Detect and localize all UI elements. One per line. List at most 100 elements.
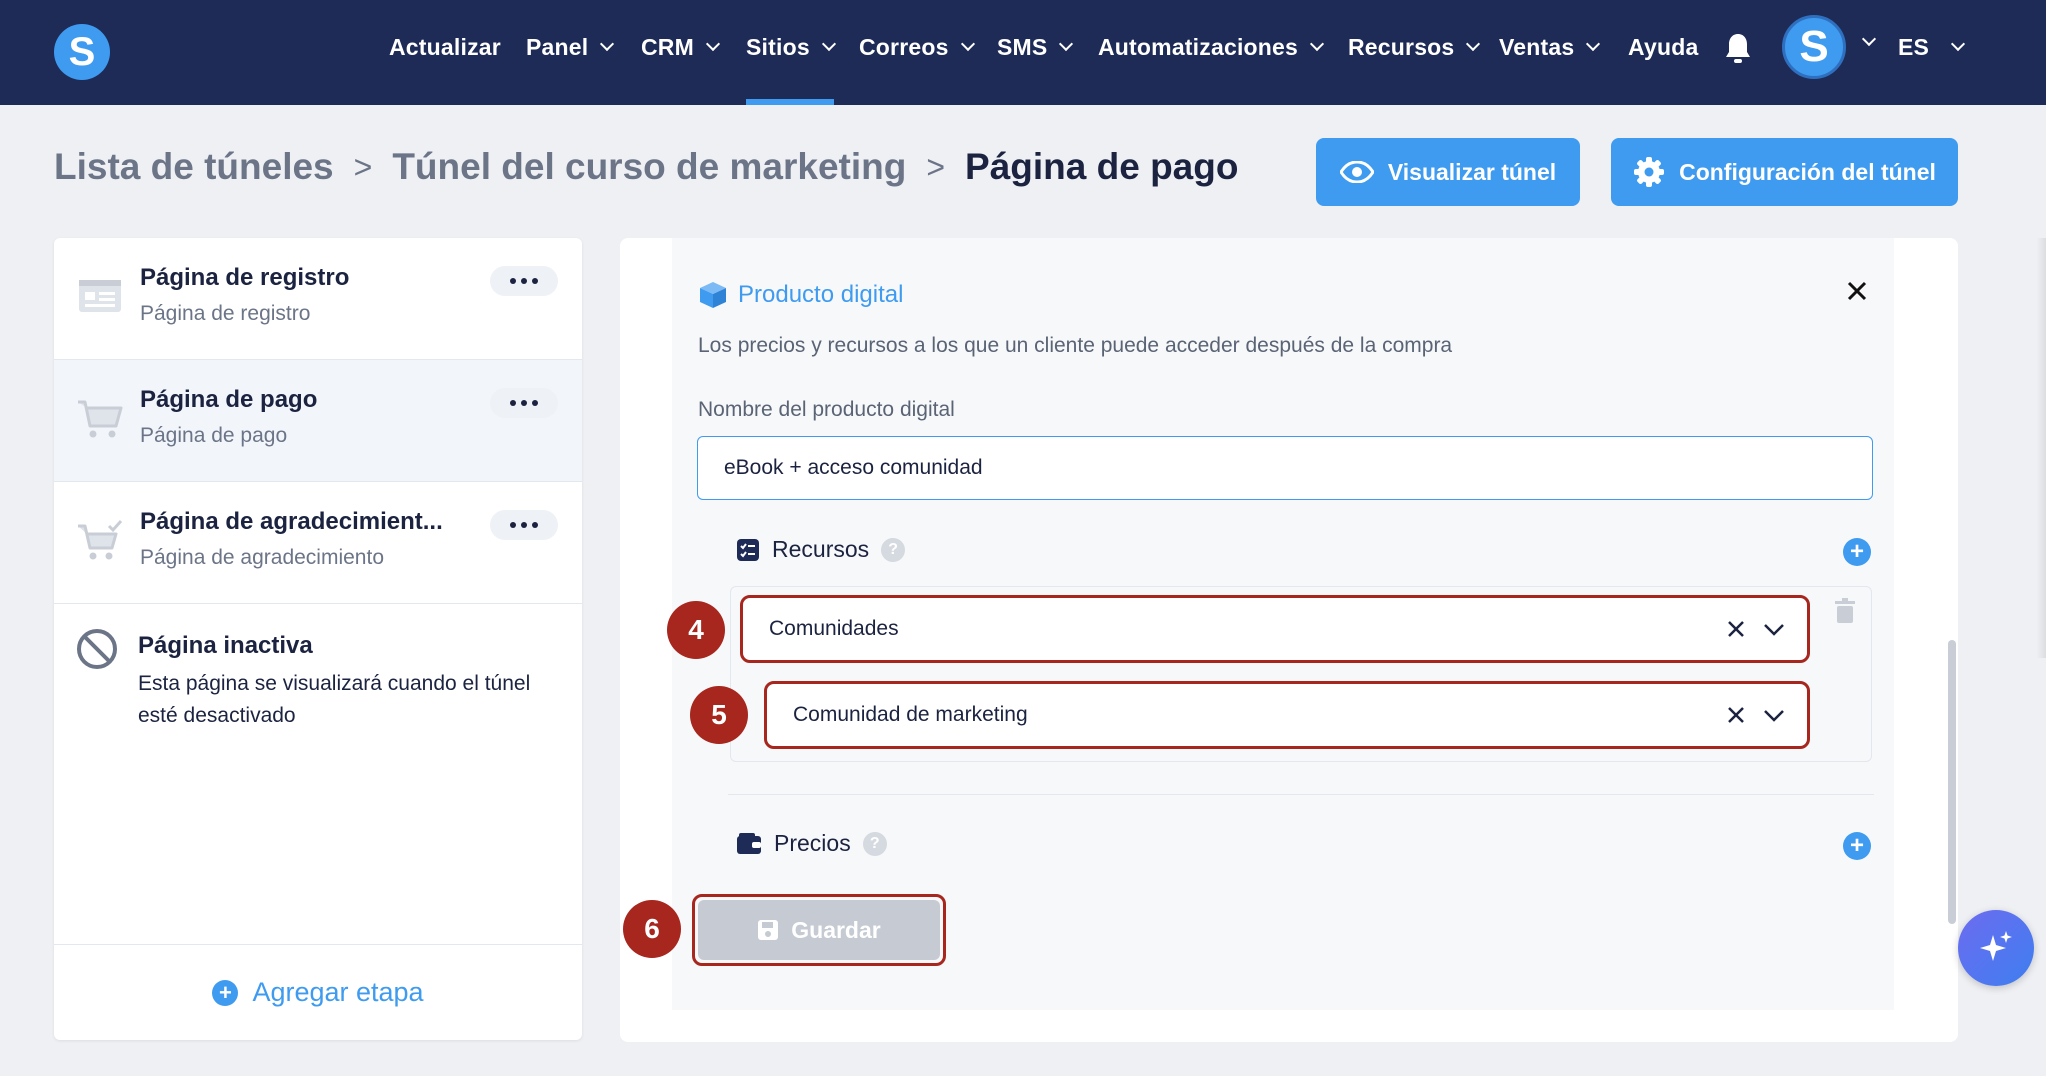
step-title: Página de agradecimient... xyxy=(140,508,443,535)
product-name-input[interactable] xyxy=(697,436,1873,500)
save-label: Guardar xyxy=(791,916,881,943)
breadcrumb-current-page: Página de pago xyxy=(965,146,1239,187)
breadcrumb: Lista de túneles > Túnel del curso de ma… xyxy=(54,146,1238,188)
step-options-button[interactable] xyxy=(490,266,558,296)
nav-automatizaciones[interactable]: Automatizaciones xyxy=(1098,30,1325,64)
cart-check-icon xyxy=(78,520,123,560)
chevron-down-icon xyxy=(1466,36,1481,52)
nav-label: CRM xyxy=(641,33,694,60)
funnel-steps-panel: Página de registro Página de registro Pá… xyxy=(54,238,582,1040)
breadcrumb-funnel-list[interactable]: Lista de túneles xyxy=(54,146,334,188)
step-thank-you-page[interactable]: Página de agradecimient... Página de agr… xyxy=(54,482,582,604)
nav-label: SMS xyxy=(997,33,1048,60)
chevron-down-icon[interactable] xyxy=(1761,616,1787,642)
sparkle-icon xyxy=(1980,931,2012,961)
eye-icon xyxy=(1339,161,1374,183)
step-options-button[interactable] xyxy=(490,510,558,540)
chevron-down-icon xyxy=(960,36,975,52)
nav-label: Recursos xyxy=(1348,33,1455,60)
chevron-down-icon[interactable] xyxy=(1861,31,1877,47)
wallet-icon xyxy=(737,832,761,854)
nav-ayuda[interactable]: Ayuda xyxy=(1628,30,1698,64)
box-icon xyxy=(700,282,726,308)
resource-type-value: Comunidades xyxy=(769,617,899,640)
step-subtitle: Página de agradecimiento xyxy=(140,546,385,569)
trash-icon[interactable] xyxy=(1834,598,1856,624)
resource-value: Comunidad de marketing xyxy=(793,703,1028,726)
top-navbar: S Actualizar Panel CRM Sitios Correos SM… xyxy=(0,0,2046,105)
nav-label: Ayuda xyxy=(1628,33,1699,60)
nav-label: Correos xyxy=(859,33,949,60)
nav-recursos[interactable]: Recursos xyxy=(1348,30,1481,64)
prices-heading: Precios ? xyxy=(736,830,887,857)
plus-circle-icon: + xyxy=(212,979,239,1006)
resource-type-select[interactable]: Comunidades xyxy=(740,595,1810,663)
language-selector[interactable]: ES xyxy=(1898,30,1966,64)
nav-ventas[interactable]: Ventas xyxy=(1499,30,1601,64)
nav-correos[interactable]: Correos xyxy=(859,30,975,64)
nav-label: Actualizar xyxy=(389,33,501,60)
chevron-down-icon xyxy=(1059,36,1074,52)
nav-label: Panel xyxy=(526,33,589,60)
disabled-icon xyxy=(77,629,117,669)
add-resource-button[interactable]: + xyxy=(1843,538,1871,566)
nav-active-indicator xyxy=(746,99,834,105)
inactive-page-description: Esta página se visualizará cuando el tún… xyxy=(138,672,531,727)
resource-value-select[interactable]: Comunidad de marketing xyxy=(764,681,1810,749)
funnel-settings-label: Configuración del túnel xyxy=(1679,158,1936,185)
nav-panel[interactable]: Panel xyxy=(526,30,615,64)
breadcrumb-separator: > xyxy=(926,148,946,185)
digital-product-heading: Producto digital xyxy=(698,280,903,310)
floppy-disk-icon xyxy=(758,920,779,940)
chevron-down-icon[interactable] xyxy=(1761,702,1787,728)
preview-funnel-button[interactable]: Visualizar túnel xyxy=(1316,138,1580,206)
app-logo[interactable]: S xyxy=(54,24,110,80)
breadcrumb-funnel[interactable]: Túnel del curso de marketing xyxy=(392,146,906,188)
step-title: Página de pago xyxy=(140,386,318,413)
funnel-settings-button[interactable]: Configuración del túnel xyxy=(1611,138,1958,206)
prices-label: Precios xyxy=(774,830,851,856)
digital-product-title: Producto digital xyxy=(738,281,904,308)
notification-bell-icon[interactable] xyxy=(1724,32,1752,64)
cart-icon xyxy=(78,400,123,438)
divider xyxy=(728,794,1874,795)
save-button[interactable]: Guardar xyxy=(698,900,940,960)
step-title: Página de registro xyxy=(140,264,350,291)
chevron-down-icon xyxy=(821,36,836,52)
gear-icon xyxy=(1634,157,1665,187)
step-payment-page[interactable]: Página de pago Página de pago xyxy=(54,360,582,482)
clear-icon[interactable] xyxy=(1727,620,1745,638)
add-price-button[interactable]: + xyxy=(1843,832,1871,860)
nav-crm[interactable]: CRM xyxy=(641,30,721,64)
nav-sitios[interactable]: Sitios xyxy=(746,30,836,64)
nav-label: Sitios xyxy=(746,33,810,60)
breadcrumb-separator: > xyxy=(353,148,373,185)
step-badge-6: 6 xyxy=(623,900,681,958)
step-registration-page[interactable]: Página de registro Página de registro xyxy=(54,238,582,360)
clear-icon[interactable] xyxy=(1727,706,1745,724)
help-icon[interactable]: ? xyxy=(881,537,906,562)
step-options-button[interactable] xyxy=(490,388,558,418)
close-icon[interactable] xyxy=(1846,280,1868,302)
chevron-down-icon xyxy=(705,36,721,52)
user-avatar[interactable]: S xyxy=(1782,15,1846,79)
step-subtitle: Página de pago xyxy=(140,424,288,447)
nav-sms[interactable]: SMS xyxy=(997,30,1074,64)
add-step-button[interactable]: + Agregar etapa xyxy=(54,944,582,1040)
resources-label: Recursos xyxy=(772,536,870,562)
inactive-page-title: Página inactiva xyxy=(138,632,313,659)
form-page-icon xyxy=(79,280,121,312)
step-subtitle: Página de registro xyxy=(140,302,311,325)
step-badge-5: 5 xyxy=(690,686,748,744)
nav-actualizar[interactable]: Actualizar xyxy=(389,30,501,64)
help-icon[interactable]: ? xyxy=(862,831,887,856)
nav-label: Automatizaciones xyxy=(1098,33,1299,60)
scrollbar[interactable] xyxy=(1948,640,1956,924)
add-step-label: Agregar etapa xyxy=(252,977,424,1007)
resources-heading: Recursos ? xyxy=(736,536,906,563)
ai-assistant-button[interactable] xyxy=(1958,910,2034,986)
step-badge-4: 4 xyxy=(667,601,725,659)
preview-funnel-label: Visualizar túnel xyxy=(1387,158,1557,185)
digital-product-description: Los precios y recursos a los que un clie… xyxy=(698,334,1453,357)
chevron-down-icon xyxy=(1309,36,1325,52)
